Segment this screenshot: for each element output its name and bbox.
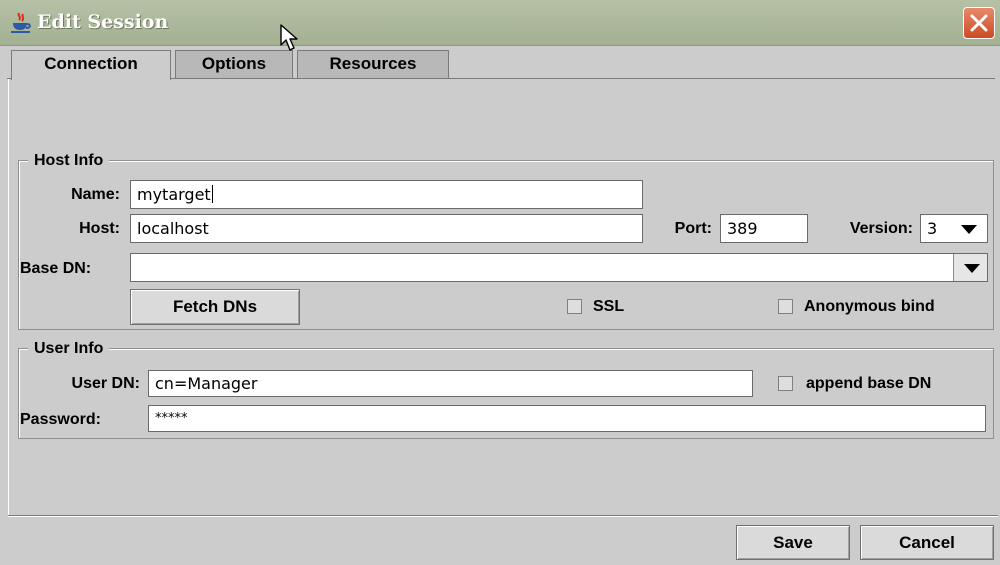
ssl-label[interactable]: SSL xyxy=(593,298,624,316)
triangle-down-icon xyxy=(964,264,980,273)
window-title: Edit Session xyxy=(37,11,169,33)
java-cup-icon xyxy=(11,12,31,33)
host-label: Host: xyxy=(79,220,120,237)
fetch-dns-button[interactable]: Fetch DNs xyxy=(130,289,300,325)
tab-options[interactable]: Options xyxy=(175,50,293,78)
host-info-title: Host Info xyxy=(28,152,110,170)
host-field[interactable]: localhost xyxy=(130,214,643,243)
triangle-down-icon xyxy=(961,225,977,234)
password-label: Password: xyxy=(20,411,101,428)
anonymous-bind-label[interactable]: Anonymous bind xyxy=(804,298,935,316)
name-field[interactable]: mytarget xyxy=(130,180,643,209)
user-info-title: User Info xyxy=(28,340,110,358)
ssl-checkbox[interactable] xyxy=(567,299,582,314)
base-dn-dropdown-button[interactable] xyxy=(953,254,987,281)
cancel-button[interactable]: Cancel xyxy=(860,525,994,560)
version-select[interactable]: 3 xyxy=(920,214,988,243)
title-bar: Edit Session xyxy=(0,0,1000,46)
tab-resources[interactable]: Resources xyxy=(297,50,449,78)
save-button[interactable]: Save xyxy=(736,525,850,560)
user-dn-field[interactable]: cn=Manager xyxy=(148,370,753,397)
close-icon xyxy=(970,14,988,32)
anonymous-bind-checkbox[interactable] xyxy=(778,299,793,314)
password-field[interactable]: ***** xyxy=(148,405,986,432)
append-base-dn-label[interactable]: append base DN xyxy=(806,375,931,393)
port-field[interactable]: 389 xyxy=(720,214,808,243)
name-value: mytarget xyxy=(137,185,211,204)
base-dn-combo[interactable] xyxy=(130,253,988,282)
port-label: Port: xyxy=(674,220,712,237)
text-caret xyxy=(211,185,213,203)
footer-divider-highlight xyxy=(8,516,998,517)
mouse-cursor-icon xyxy=(280,24,298,51)
close-button[interactable] xyxy=(963,7,995,39)
append-base-dn-checkbox[interactable] xyxy=(778,376,793,391)
user-dn-label: User DN: xyxy=(71,375,140,392)
name-label: Name: xyxy=(71,186,120,203)
version-label: Version: xyxy=(849,220,913,237)
base-dn-label: Base DN: xyxy=(20,260,92,277)
tab-connection[interactable]: Connection xyxy=(11,50,171,80)
version-dropdown-button[interactable] xyxy=(951,215,987,242)
version-value: 3 xyxy=(927,219,938,238)
